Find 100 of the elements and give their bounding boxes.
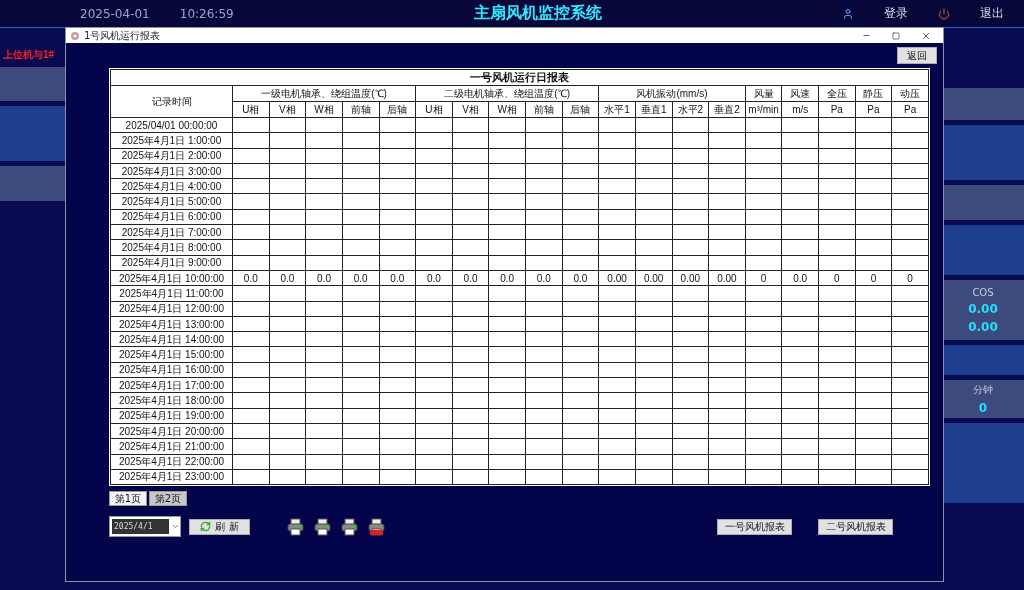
printer-icon[interactable] bbox=[314, 517, 331, 536]
table-cell: 2025/04/01 00:00:00 bbox=[110, 117, 233, 133]
column-header: 静压 bbox=[855, 85, 892, 102]
user-icon[interactable] bbox=[842, 7, 854, 20]
table-cell: 2025年4月1日 12:00:00 bbox=[110, 301, 233, 317]
date-text: 2025-04-01 bbox=[80, 6, 150, 21]
table-cell: 2025年4月1日 7:00:00 bbox=[110, 224, 233, 240]
table-cell: 0.0 bbox=[379, 270, 416, 286]
close-icon[interactable] bbox=[921, 30, 931, 41]
table-cell: 2025年4月1日 10:00:00 bbox=[110, 270, 233, 286]
column-header: 垂直1 bbox=[635, 101, 672, 118]
page-tab[interactable]: 第2页 bbox=[149, 491, 187, 507]
login-link[interactable]: 登录 bbox=[884, 5, 908, 22]
column-header: 记录时间 bbox=[110, 85, 233, 118]
table-cell: 2025年4月1日 11:00:00 bbox=[110, 285, 233, 302]
column-header: 风速 bbox=[781, 85, 819, 102]
maximize-icon[interactable] bbox=[892, 31, 900, 40]
table-cell: 0 bbox=[855, 270, 892, 286]
table-cell: 2025年4月1日 3:00:00 bbox=[110, 163, 233, 179]
panel-background bbox=[0, 166, 65, 201]
table-cell: 0.0 bbox=[525, 270, 563, 286]
column-header: U相 bbox=[415, 101, 453, 118]
column-header: 前轴 bbox=[342, 101, 379, 118]
column-header: U相 bbox=[232, 101, 270, 118]
report-title: 一号风机运行日报表 bbox=[110, 69, 929, 86]
table-cell: 0.0 bbox=[488, 270, 526, 286]
table-cell: 2025年4月1日 8:00:00 bbox=[110, 239, 233, 256]
window-title: 1号风机运行报表 bbox=[84, 28, 161, 43]
column-header: W相 bbox=[305, 101, 343, 118]
table-cell: 0 bbox=[745, 270, 782, 286]
table-cell: 2025年4月1日 18:00:00 bbox=[110, 392, 233, 409]
column-header: Pa bbox=[818, 101, 856, 118]
column-header: Pa bbox=[891, 101, 929, 118]
refresh-button[interactable]: 刷 新 bbox=[189, 518, 250, 535]
table-cell: 2025年4月1日 15:00:00 bbox=[110, 346, 233, 363]
table-cell: 2025年4月1日 14:00:00 bbox=[110, 331, 233, 347]
minutes-value: 0 bbox=[978, 401, 988, 415]
logout-link[interactable]: 退出 bbox=[980, 5, 1004, 22]
panel-background bbox=[0, 67, 65, 101]
table-cell: 0.00 bbox=[672, 270, 709, 286]
panel-background bbox=[0, 106, 65, 161]
table-cell: 2025年4月1日 13:00:00 bbox=[110, 316, 233, 332]
table-cell: 2025年4月1日 1:00:00 bbox=[110, 132, 233, 149]
back-button[interactable]: 返回 bbox=[897, 47, 937, 64]
table-cell: 0.0 bbox=[452, 270, 489, 286]
table-cell: 0.0 bbox=[342, 270, 379, 286]
table-cell: 2025年4月1日 16:00:00 bbox=[110, 362, 233, 378]
table-cell: 2025年4月1日 9:00:00 bbox=[110, 255, 233, 271]
table-cell: 2025年4月1日 17:00:00 bbox=[110, 377, 233, 393]
page-tab[interactable]: 第1页 bbox=[109, 491, 147, 507]
column-header: 后轴 bbox=[562, 101, 599, 118]
table-cell: 2025年4月1日 5:00:00 bbox=[110, 194, 233, 210]
table-cell: 2025年4月1日 23:00:00 bbox=[110, 469, 233, 485]
cos-label: COS bbox=[972, 286, 994, 298]
table-cell: 2025年4月1日 6:00:00 bbox=[110, 209, 233, 225]
table-cell: 0.0 bbox=[232, 270, 270, 286]
table-cell: 2025年4月1日 20:00:00 bbox=[110, 423, 233, 439]
app-title: 主扇风机监控系统 bbox=[473, 3, 602, 24]
table-cell: 0.0 bbox=[415, 270, 453, 286]
column-header: V相 bbox=[452, 101, 489, 118]
date-select[interactable]: 2025/4/1 bbox=[109, 516, 181, 538]
pdf-printer-icon[interactable] bbox=[368, 517, 385, 536]
table-cell: 2025年4月1日 21:00:00 bbox=[110, 438, 233, 455]
report-button[interactable]: 二号风机报表 bbox=[818, 518, 893, 535]
report-button[interactable]: 一号风机报表 bbox=[717, 518, 792, 535]
column-header: V相 bbox=[269, 101, 306, 118]
table-cell: 2025年4月1日 19:00:00 bbox=[110, 408, 233, 424]
table-cell: 0.00 bbox=[598, 270, 636, 286]
table-cell: 0 bbox=[891, 270, 929, 286]
column-header: 水平1 bbox=[598, 101, 636, 118]
column-header: 风机振动(mm/s) bbox=[598, 85, 746, 102]
column-header: 风量 bbox=[745, 85, 782, 102]
cos-value: 0.00 bbox=[968, 319, 998, 334]
column-header: 动压 bbox=[891, 85, 929, 102]
table-cell: 2025年4月1日 22:00:00 bbox=[110, 454, 233, 470]
cos-value: 0.00 bbox=[968, 301, 998, 316]
column-header: m³/min bbox=[745, 101, 782, 118]
column-header: 一级电机轴承、绕组温度(℃) bbox=[232, 85, 416, 102]
column-header: 后轴 bbox=[379, 101, 416, 118]
table-cell: 0.00 bbox=[708, 270, 746, 286]
column-header: 全压 bbox=[818, 85, 856, 102]
table-cell: 0 bbox=[818, 270, 856, 286]
printer-icon[interactable] bbox=[287, 517, 304, 536]
column-header: m/s bbox=[781, 101, 819, 118]
table-cell: 0.0 bbox=[305, 270, 343, 286]
column-header: 水平2 bbox=[672, 101, 709, 118]
column-header: 前轴 bbox=[525, 101, 563, 118]
table-cell: 0.00 bbox=[635, 270, 672, 286]
clock-text: 10:26:59 bbox=[179, 6, 234, 21]
power-icon[interactable] bbox=[938, 7, 950, 20]
column-header: Pa bbox=[855, 101, 892, 118]
column-header: W相 bbox=[488, 101, 526, 118]
minutes-label: 分钟 bbox=[973, 383, 993, 397]
table-cell: 0.0 bbox=[562, 270, 599, 286]
table-cell: 2025年4月1日 2:00:00 bbox=[110, 148, 233, 164]
column-header: 二级电机轴承、绕组温度(℃) bbox=[415, 85, 599, 102]
printer-icon[interactable] bbox=[341, 517, 358, 536]
connection-status: 上位机与1# bbox=[3, 48, 55, 62]
table-cell: 0.0 bbox=[269, 270, 306, 286]
column-header: 垂直2 bbox=[708, 101, 746, 118]
